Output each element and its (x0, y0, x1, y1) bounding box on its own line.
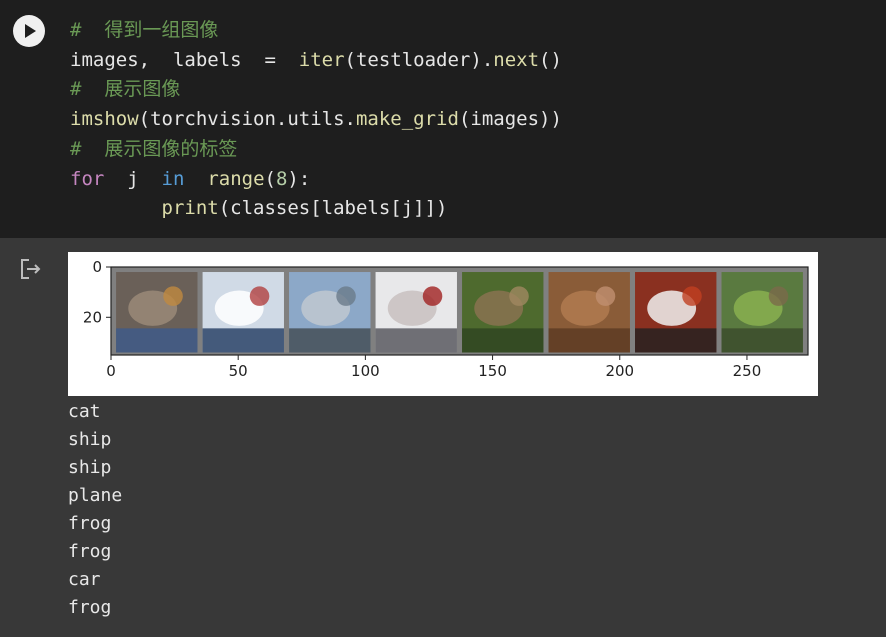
code-line: # 展示图像的标签 (70, 135, 562, 165)
code-token: in (161, 167, 185, 190)
code-token: iter (298, 48, 345, 71)
tile-car (635, 272, 717, 353)
code-cell[interactable]: # 得到一组图像 images, labels = iter(testloader… (0, 0, 886, 238)
stdout-line: plane (68, 485, 123, 506)
code-token: for (70, 167, 105, 190)
tile-detail (768, 286, 789, 306)
play-icon (25, 24, 36, 38)
x-tick-label: 0 (106, 362, 116, 380)
output-redirect-icon[interactable] (19, 258, 43, 280)
tile-detail (249, 286, 270, 306)
tile-detail (595, 286, 616, 306)
code-line: print(classes[labels[j]]) (70, 194, 562, 224)
y-tick-label: 20 (83, 308, 102, 326)
tile-detail (509, 286, 529, 306)
stdout-line: frog (68, 597, 112, 618)
tile-lower (548, 328, 630, 353)
code-token: imshow (70, 108, 139, 131)
x-tick-label: 150 (478, 362, 507, 380)
x-tick-label: 50 (229, 362, 248, 380)
code-token: images, labels = (70, 48, 299, 71)
tile-lower (462, 328, 544, 353)
tile-lower (375, 328, 457, 353)
x-tick-label: 100 (351, 362, 380, 380)
tile-ship (202, 272, 284, 353)
code-token: 8 (275, 167, 288, 190)
code-token: (testloader). (344, 48, 494, 71)
code-line: imshow(torchvision.utils.make_grid(image… (70, 105, 562, 135)
code-token: make_grid (355, 108, 459, 131)
code-line: # 展示图像 (70, 75, 562, 105)
tile-detail (163, 286, 183, 306)
code-token: # 展示图像的标签 (70, 137, 238, 160)
x-tick-label: 200 (605, 362, 634, 380)
tile-frog (548, 272, 630, 353)
x-tick-label: 250 (733, 362, 762, 380)
code-token: # 得到一组图像 (70, 19, 219, 41)
code-token: range (207, 167, 265, 190)
tile-frog (721, 272, 803, 353)
stdout-line: ship (68, 429, 112, 450)
code-token: (torchvision.utils. (138, 108, 356, 131)
tile-lower (721, 328, 803, 353)
image-grid-plot: 0 50 100 150 200 250 0 20 (83, 258, 809, 380)
tile-lower (202, 328, 284, 353)
code-token: () (539, 48, 562, 71)
stdout-line: frog (68, 541, 112, 562)
code-token: j (104, 167, 162, 190)
tile-detail (682, 286, 702, 306)
stdout-line: ship (68, 457, 112, 478)
code-token: ): (287, 167, 311, 190)
code-token: next (493, 48, 540, 71)
tile-cat (116, 272, 198, 353)
stdout-line: cat (68, 401, 101, 422)
code-editor[interactable]: # 得到一组图像 images, labels = iter(testloader… (70, 16, 562, 224)
code-token: (classes[labels[j]]) (218, 197, 448, 220)
cell-output: 0 50 100 150 200 250 0 20 cat ship ship plane frog f… (0, 238, 886, 637)
tile-ship (289, 272, 371, 353)
code-line: # 得到一组图像 (70, 16, 562, 46)
image-grid-figure: 0 50 100 150 200 250 0 20 (68, 252, 818, 396)
code-line: for j in range(8): (70, 165, 562, 195)
tile-plane (375, 272, 457, 353)
run-cell-button[interactable] (13, 15, 45, 47)
tile-lower (289, 328, 371, 353)
stdout-text: cat ship ship plane frog frog car frog (68, 398, 122, 622)
stdout-line: frog (68, 513, 112, 534)
tile-detail (422, 286, 443, 306)
tile-detail (336, 286, 356, 306)
code-token: (images)) (458, 108, 562, 131)
code-token: # 展示图像 (70, 78, 181, 101)
tile-lower (635, 328, 717, 353)
code-token: print (161, 197, 219, 220)
code-token: ( (264, 167, 276, 190)
tile-frog (462, 272, 544, 353)
code-line: images, labels = iter(testloader).next() (70, 46, 562, 76)
tile-lower (116, 328, 198, 353)
stdout-line: car (68, 569, 101, 590)
y-tick-label: 0 (92, 258, 102, 276)
